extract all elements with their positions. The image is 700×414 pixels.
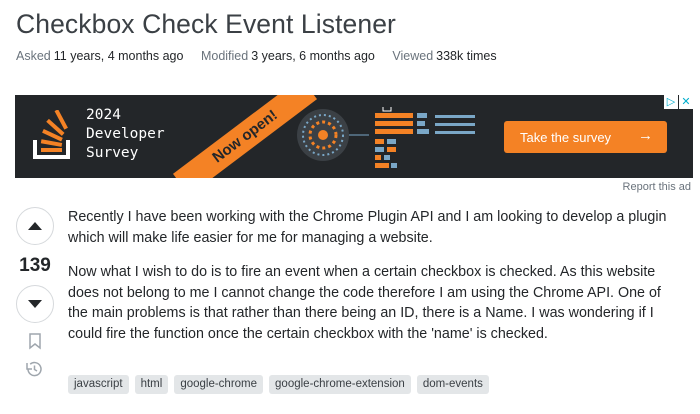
adchoices-icon[interactable]: ▷ [664, 95, 678, 109]
question-meta: Asked 11 years, 4 months ago Modified 3 ye… [16, 49, 511, 63]
tag-google-chrome[interactable]: google-chrome [174, 375, 264, 394]
ad-line3: Survey [86, 145, 139, 161]
downvote-arrow-icon [28, 300, 42, 308]
ad-year: 2024 [86, 107, 121, 123]
stackoverflow-logo-icon [33, 110, 70, 159]
take-survey-button[interactable]: Take the survey → [504, 121, 667, 153]
post-paragraph: Now what I wish to do is to fire an even… [68, 264, 661, 342]
meta-modified-value: 3 years, 6 months ago [251, 49, 375, 63]
meta-viewed: Viewed 338k times [392, 49, 496, 63]
post-body: Recently I have been working with the Ch… [68, 207, 680, 358]
survey-ad-banner[interactable]: 2024 Developer Survey Now open! Take the… [15, 95, 693, 178]
upvote-arrow-icon [28, 222, 42, 230]
tag-html[interactable]: html [134, 375, 169, 394]
meta-modified-label: Modified [200, 49, 249, 63]
arrow-right-icon: → [638, 127, 653, 144]
adchoices-controls: ▷ ✕ [664, 95, 693, 109]
downvote-button[interactable] [16, 285, 54, 323]
meta-asked-value: 11 years, 4 months ago [53, 49, 184, 63]
close-icon[interactable]: ✕ [679, 95, 693, 109]
take-survey-label: Take the survey [520, 129, 612, 145]
report-ad-link[interactable]: Report this ad [623, 181, 691, 193]
meta-viewed-label: Viewed [392, 49, 434, 63]
tag-javascript[interactable]: javascript [68, 375, 129, 394]
tag-dom-events[interactable]: dom-events [416, 375, 489, 394]
ad-line2: Developer [86, 126, 165, 142]
upvote-button[interactable] [16, 207, 54, 245]
tag-list: javascript html google-chrome google-chr… [68, 375, 489, 394]
post-paragraph: Recently I have been working with the Ch… [68, 209, 667, 246]
meta-asked: Asked 11 years, 4 months ago [16, 49, 187, 63]
bookmark-icon[interactable] [26, 332, 44, 350]
history-icon[interactable] [24, 360, 44, 378]
meta-asked-label: Asked [16, 49, 51, 63]
meta-modified: Modified 3 years, 6 months ago [201, 49, 378, 63]
question-title: Checkbox Check Event Listener [16, 9, 396, 39]
vote-count: 139 [19, 255, 51, 276]
tag-google-chrome-extension[interactable]: google-chrome-extension [269, 375, 411, 394]
survey-graphic-icon [297, 107, 475, 168]
meta-viewed-value: 338k times [436, 49, 497, 63]
